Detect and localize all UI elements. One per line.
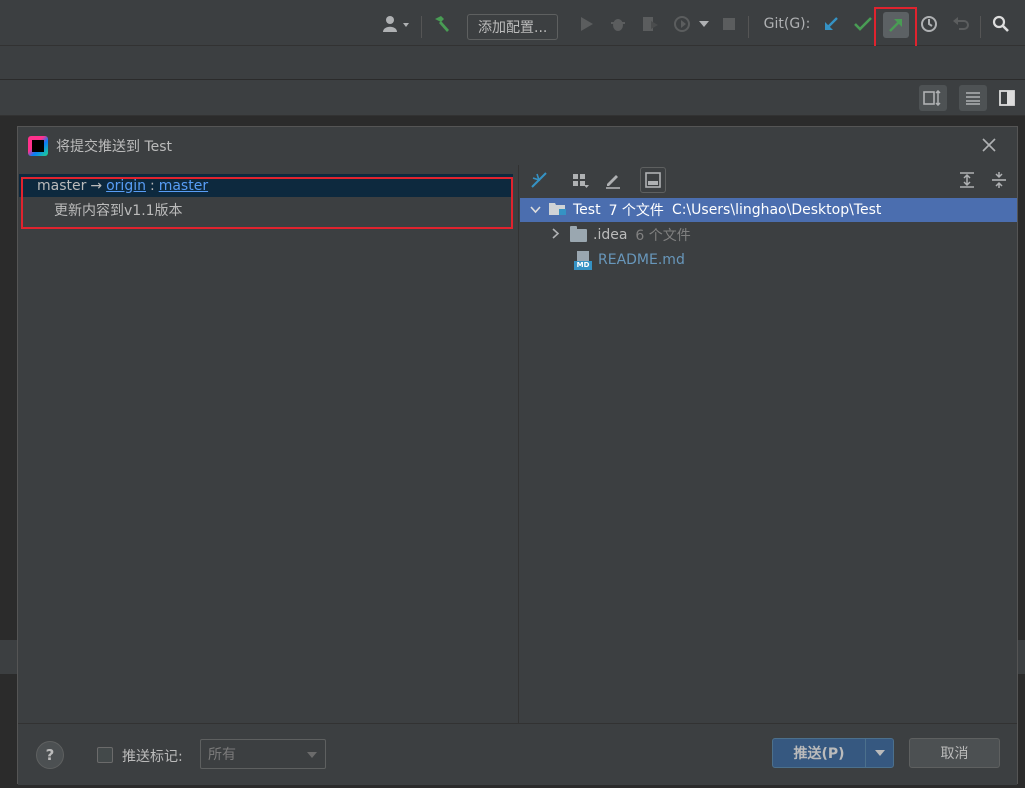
- cancel-button[interactable]: 取消: [909, 738, 1000, 768]
- side-panel-icon[interactable]: [996, 85, 1018, 111]
- push-options-dropdown[interactable]: [866, 750, 893, 756]
- push-commits-dialog: 将提交推送到 Test master → origin : master 更新内…: [17, 126, 1018, 785]
- folder-icon: [570, 225, 587, 242]
- expand-all-icon[interactable]: [956, 169, 978, 191]
- close-icon[interactable]: [979, 135, 999, 155]
- tags-select-value: 所有: [208, 747, 236, 763]
- chevron-down-icon: [307, 752, 317, 758]
- root-name: Test: [573, 202, 601, 218]
- diff-viewer-icon[interactable]: [919, 85, 947, 111]
- changed-files-pane: Test 7 个文件 C:\Users\linghao\Desktop\Test…: [520, 165, 1017, 723]
- root-path: C:\Users\linghao\Desktop\Test: [671, 202, 882, 218]
- files-toolbar: [520, 165, 1017, 195]
- push-button[interactable]: 推送(P): [772, 738, 894, 768]
- chevron-down-icon[interactable]: [697, 12, 711, 36]
- debug-icon[interactable]: [607, 12, 629, 36]
- file-name: README.md: [598, 252, 685, 268]
- history-clock-icon[interactable]: [918, 12, 940, 36]
- push-tags-label: 推送标记:: [122, 749, 183, 765]
- folder-name: .idea: [593, 227, 628, 243]
- stop-icon[interactable]: [720, 12, 738, 36]
- dialog-title-bar: 将提交推送到 Test: [18, 127, 1017, 165]
- git-commit-icon[interactable]: [852, 12, 874, 36]
- toolbar-separator: [421, 16, 422, 38]
- git-update-icon[interactable]: [820, 12, 842, 36]
- ide-secondary-toolbar: [0, 46, 1025, 80]
- rollback-icon[interactable]: [950, 12, 972, 36]
- folder-file-count: 6 个文件: [635, 228, 691, 244]
- toolbar-separator: [980, 16, 981, 38]
- tree-file-readme[interactable]: MD README.md: [520, 248, 1017, 272]
- ide-main-toolbar: 添加配置... Git(G):: [0, 0, 1025, 52]
- build-hammer-icon[interactable]: [430, 12, 454, 36]
- intellij-app-icon: [28, 136, 48, 156]
- chevron-right-icon[interactable]: [552, 227, 560, 243]
- preview-diff-icon[interactable]: [640, 167, 666, 193]
- group-by-icon[interactable]: [570, 169, 592, 191]
- coverage-icon[interactable]: [639, 12, 661, 36]
- tags-select[interactable]: 所有: [200, 739, 326, 769]
- run-icon[interactable]: [577, 12, 597, 36]
- chevron-down-icon: [874, 750, 885, 756]
- add-configuration-button[interactable]: 添加配置...: [467, 14, 559, 40]
- dialog-title: 将提交推送到 Test: [56, 139, 173, 155]
- profile-icon[interactable]: [671, 12, 693, 36]
- commits-pane: master → origin : master 更新内容到v1.1版本: [18, 165, 519, 723]
- unified-view-icon[interactable]: [959, 85, 987, 111]
- project-folder-icon: [549, 201, 567, 220]
- root-file-count: 7 个文件: [608, 203, 664, 219]
- edit-source-icon[interactable]: [602, 169, 624, 191]
- push-tags-checkbox[interactable]: [97, 747, 113, 763]
- help-button[interactable]: ?: [36, 741, 64, 769]
- chevron-down-icon[interactable]: [530, 202, 541, 218]
- git-label: Git(G):: [763, 16, 811, 32]
- push-button-label[interactable]: 推送(P): [773, 743, 865, 763]
- markdown-file-icon: MD: [574, 250, 592, 270]
- tree-folder-idea[interactable]: .idea 6 个文件: [520, 223, 1017, 247]
- toolbar-separator: [748, 16, 749, 38]
- user-icon[interactable]: [378, 12, 414, 36]
- search-icon[interactable]: [990, 12, 1012, 36]
- show-diff-icon[interactable]: [528, 169, 550, 191]
- ide-view-toolbar: [0, 80, 1025, 116]
- collapse-all-icon[interactable]: [988, 169, 1010, 191]
- commit-highlight-frame: [21, 177, 513, 229]
- tree-root-node[interactable]: Test 7 个文件 C:\Users\linghao\Desktop\Test: [520, 198, 1017, 222]
- dialog-footer: ? 推送标记: 所有 推送(P) 取消: [18, 723, 1017, 785]
